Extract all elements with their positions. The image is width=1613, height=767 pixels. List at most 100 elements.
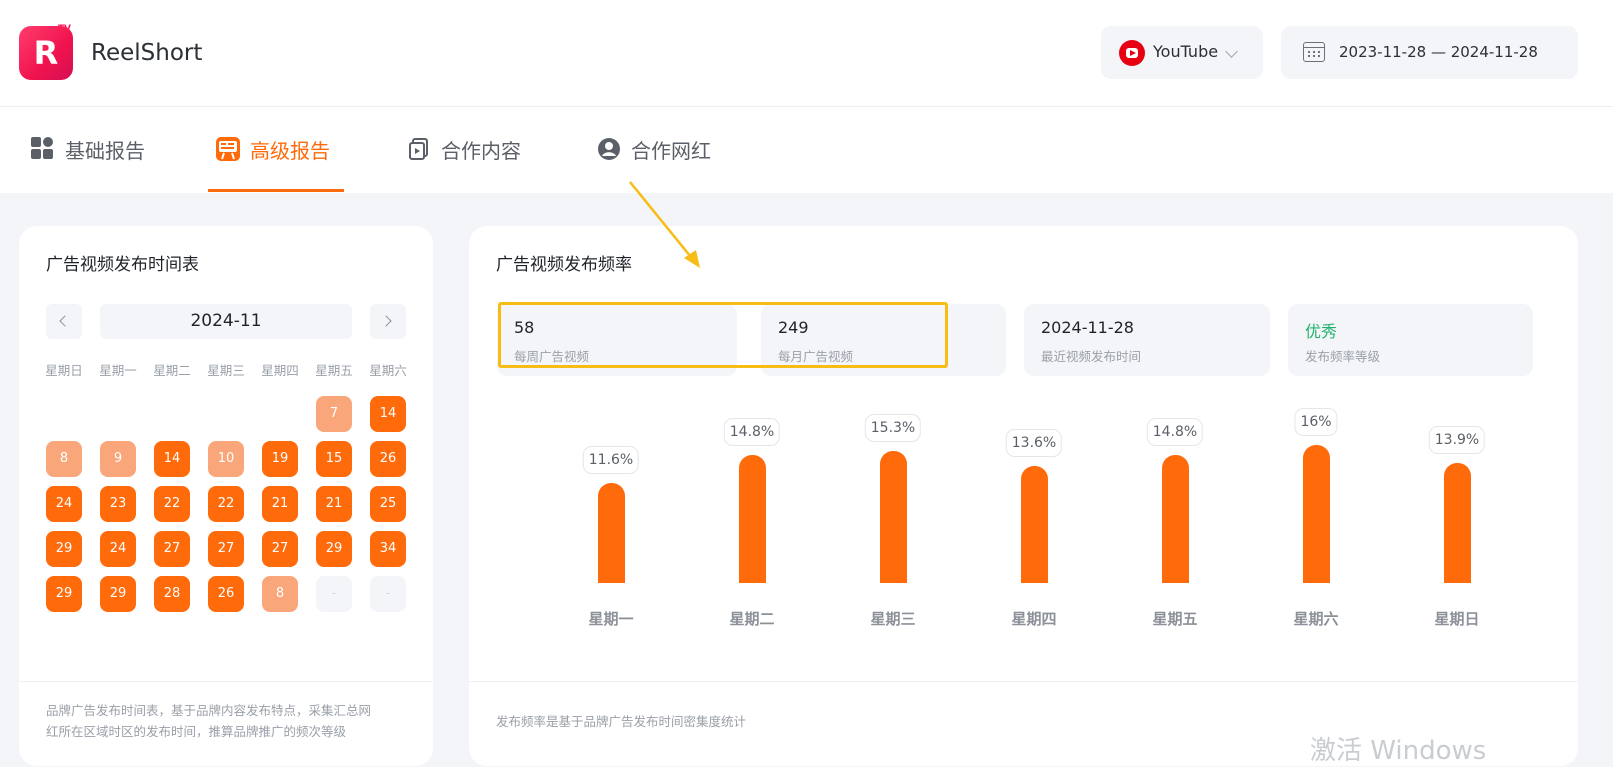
calendar-day-cell[interactable]: 28	[154, 576, 190, 612]
weekday-label: 星期六	[369, 363, 407, 378]
calendar-day-cell[interactable]: 19	[262, 441, 298, 477]
calendar-day-cell[interactable]: 24	[100, 531, 136, 567]
date-range-picker[interactable]: 2023-11-28 — 2024-11-28	[1281, 26, 1578, 79]
user-circle-icon	[597, 137, 621, 161]
x-axis-label: 星期三	[870, 610, 916, 628]
chart-bar[interactable]	[1162, 455, 1189, 583]
calendar-day-cell[interactable]: 8	[46, 441, 82, 477]
tab-label: 基础报告	[65, 139, 145, 163]
calendar-day-cell[interactable]: 14	[370, 396, 406, 432]
calendar-day-cell[interactable]: 27	[154, 531, 190, 567]
calendar-day-cell[interactable]: 14	[154, 441, 190, 477]
platform-label: YouTube	[1153, 42, 1219, 61]
publish-calendar-card: 广告视频发布时间表 2024-11 星期日 星期一 星期二 星期三 星期四 星期五 星期六 …	[19, 226, 433, 766]
top-header: R TV ReelShort YouTube 2023-11-28 — 2024…	[0, 0, 1613, 107]
tab-label: 合作网红	[631, 139, 711, 163]
calendar-day-cell[interactable]: 29	[46, 576, 82, 612]
stat-frequency-rating: 优秀 发布频率等级	[1288, 304, 1533, 376]
calendar-day-cell[interactable]: 29	[46, 531, 82, 567]
calendar-day-cell[interactable]: 34	[370, 531, 406, 567]
calendar-day-cell[interactable]: 26	[208, 576, 244, 612]
bar-value-label: 13.6%	[1005, 429, 1063, 457]
bar-value-label: 16%	[1294, 408, 1338, 436]
calendar-day-cell[interactable]: 24	[46, 486, 82, 522]
x-axis-label: 星期五	[1152, 610, 1198, 628]
calendar-day-cell[interactable]: 29	[316, 531, 352, 567]
stat-value: 2024-11-28	[1041, 318, 1134, 337]
calendar-day-cell[interactable]: 29	[100, 576, 136, 612]
calendar-day-cell[interactable]: 9	[100, 441, 136, 477]
bar-value-label: 14.8%	[1146, 418, 1204, 446]
calendar-day-cell[interactable]: 22	[154, 486, 190, 522]
report-tabs: 基础报告 高级报告 合作内容 合作网红	[0, 107, 1613, 193]
tab-label: 高级报告	[250, 139, 330, 163]
weekday-label: 星期一	[99, 363, 137, 378]
stat-label: 发布频率等级	[1305, 349, 1381, 364]
youtube-icon	[1119, 40, 1145, 66]
weekday-label: 星期三	[207, 363, 245, 378]
chart-bar[interactable]	[880, 451, 907, 583]
card-footer: 品牌广告发布时间表，基于品牌内容发布特点，采集汇总网 红所在区域时区的发布时间，…	[19, 681, 433, 739]
logo-badge: TV	[57, 24, 71, 34]
calendar-day-cell[interactable]: 21	[262, 486, 298, 522]
calendar-day-cell[interactable]: 7	[316, 396, 352, 432]
x-axis-label: 星期二	[729, 610, 775, 628]
bar-value-label: 15.3%	[864, 414, 922, 442]
calendar-day-cell: -	[370, 576, 406, 612]
bar-value-label: 11.6%	[582, 446, 640, 474]
chevron-left-icon	[59, 315, 71, 327]
chart-bar[interactable]	[1303, 445, 1330, 583]
calendar-day-cell[interactable]: 8	[262, 576, 298, 612]
prev-month-button[interactable]	[46, 304, 82, 339]
card-title: 广告视频发布时间表	[46, 255, 199, 275]
chart-bar[interactable]	[739, 455, 766, 583]
chevron-down-icon	[1225, 45, 1238, 58]
bar-value-label: 14.8%	[723, 418, 781, 446]
weekday-label: 星期二	[153, 363, 191, 378]
annotation-arrow-icon	[629, 181, 700, 268]
x-axis-label: 星期日	[1434, 610, 1480, 628]
grid-icon	[31, 137, 55, 161]
date-range-text: 2023-11-28 — 2024-11-28	[1339, 43, 1538, 61]
presentation-icon	[216, 137, 240, 161]
weekday-label: 星期日	[45, 363, 83, 378]
brand-name: ReelShort	[91, 40, 203, 66]
active-tab-indicator	[208, 189, 344, 192]
calendar-day-cell[interactable]: 10	[208, 441, 244, 477]
video-file-icon	[407, 137, 431, 161]
chart-bar[interactable]	[598, 483, 625, 583]
stat-value: 优秀	[1305, 322, 1338, 341]
calendar-day-cell[interactable]: 15	[316, 441, 352, 477]
calendar-day-cell[interactable]: 26	[370, 441, 406, 477]
footnote-line-1: 品牌广告发布时间表，基于品牌内容发布特点，采集汇总网	[46, 703, 372, 718]
x-axis-label: 星期六	[1293, 610, 1339, 628]
weekday-label: 星期五	[315, 363, 353, 378]
next-month-button[interactable]	[370, 304, 406, 339]
bar-value-label: 13.9%	[1428, 426, 1486, 454]
footnote-line-2: 红所在区域时区的发布时间，推算品牌推广的频次等级	[46, 724, 347, 739]
card-footer: 发布频率是基于品牌广告发布时间密集度统计	[469, 681, 1578, 729]
chart-bar[interactable]	[1021, 466, 1048, 583]
calendar-day-cell[interactable]: 27	[262, 531, 298, 567]
calendar-day-cell[interactable]: 22	[208, 486, 244, 522]
tab-label: 合作内容	[441, 139, 521, 163]
brand-logo[interactable]: R TV	[19, 24, 73, 80]
stat-label: 最近视频发布时间	[1041, 349, 1142, 364]
calendar-day-cell[interactable]: 23	[100, 486, 136, 522]
calendar-day-cell[interactable]: 25	[370, 486, 406, 522]
weekday-label: 星期四	[261, 363, 299, 378]
platform-select[interactable]: YouTube	[1101, 26, 1263, 79]
footnote: 发布频率是基于品牌广告发布时间密集度统计	[496, 714, 747, 729]
logo-letter: R	[33, 34, 59, 72]
chart-bar[interactable]	[1444, 463, 1471, 583]
x-axis-label: 星期四	[1011, 610, 1057, 628]
calendar-day-cell[interactable]: 21	[316, 486, 352, 522]
highlight-box	[498, 302, 948, 368]
calendar-day-cell[interactable]: 27	[208, 531, 244, 567]
chevron-right-icon	[380, 315, 392, 327]
calendar-day-cell: -	[316, 576, 352, 612]
month-label: 2024-11	[100, 304, 352, 339]
calendar-icon	[1303, 42, 1325, 62]
stat-last-publish-date: 2024-11-28 最近视频发布时间	[1024, 304, 1270, 376]
x-axis-label: 星期一	[588, 610, 634, 628]
